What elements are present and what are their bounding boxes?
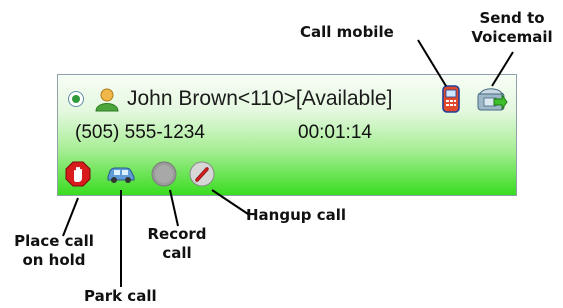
mobile-phone-icon[interactable]	[442, 85, 460, 113]
park-car-icon[interactable]	[106, 163, 136, 185]
radio-selected-icon[interactable]	[68, 91, 84, 107]
record-call-label-line1: Record	[147, 225, 207, 243]
place-on-hold-annotation: Place call on hold	[2, 232, 106, 270]
send-to-voicemail-label-line2: Voicemail	[471, 28, 553, 46]
hangup-icon[interactable]	[189, 161, 215, 187]
record-icon[interactable]	[151, 161, 177, 187]
place-on-hold-leader	[62, 197, 79, 237]
call-mobile-label: Call mobile	[300, 23, 394, 41]
call-duration: 00:01:14	[298, 122, 372, 143]
hold-hand-icon[interactable]	[65, 161, 91, 187]
send-to-voicemail-annotation: Send to Voicemail	[466, 9, 558, 47]
hangup-call-annotation: Hangup call	[246, 206, 346, 225]
active-call-panel: John Brown<110>[Available] (505) 555-123…	[57, 74, 517, 196]
phone-number: (505) 555-1234	[75, 122, 205, 143]
user-avatar-icon	[95, 88, 119, 112]
record-call-label-line2: call	[162, 244, 192, 262]
place-on-hold-label-line1: Place call	[14, 232, 94, 250]
record-call-annotation: Record call	[138, 225, 216, 263]
send-to-voicemail-label-line1: Send to	[479, 9, 545, 27]
place-on-hold-label-line2: on hold	[22, 251, 86, 269]
park-call-label: Park call	[84, 287, 157, 305]
hangup-call-label: Hangup call	[246, 206, 347, 224]
call-mobile-annotation: Call mobile	[300, 23, 394, 42]
contact-name-status: John Brown<110>[Available]	[127, 87, 393, 110]
voicemail-icon[interactable]	[476, 85, 508, 113]
park-call-annotation: Park call	[84, 287, 157, 306]
contact-row: John Brown<110>[Available]	[68, 83, 392, 115]
